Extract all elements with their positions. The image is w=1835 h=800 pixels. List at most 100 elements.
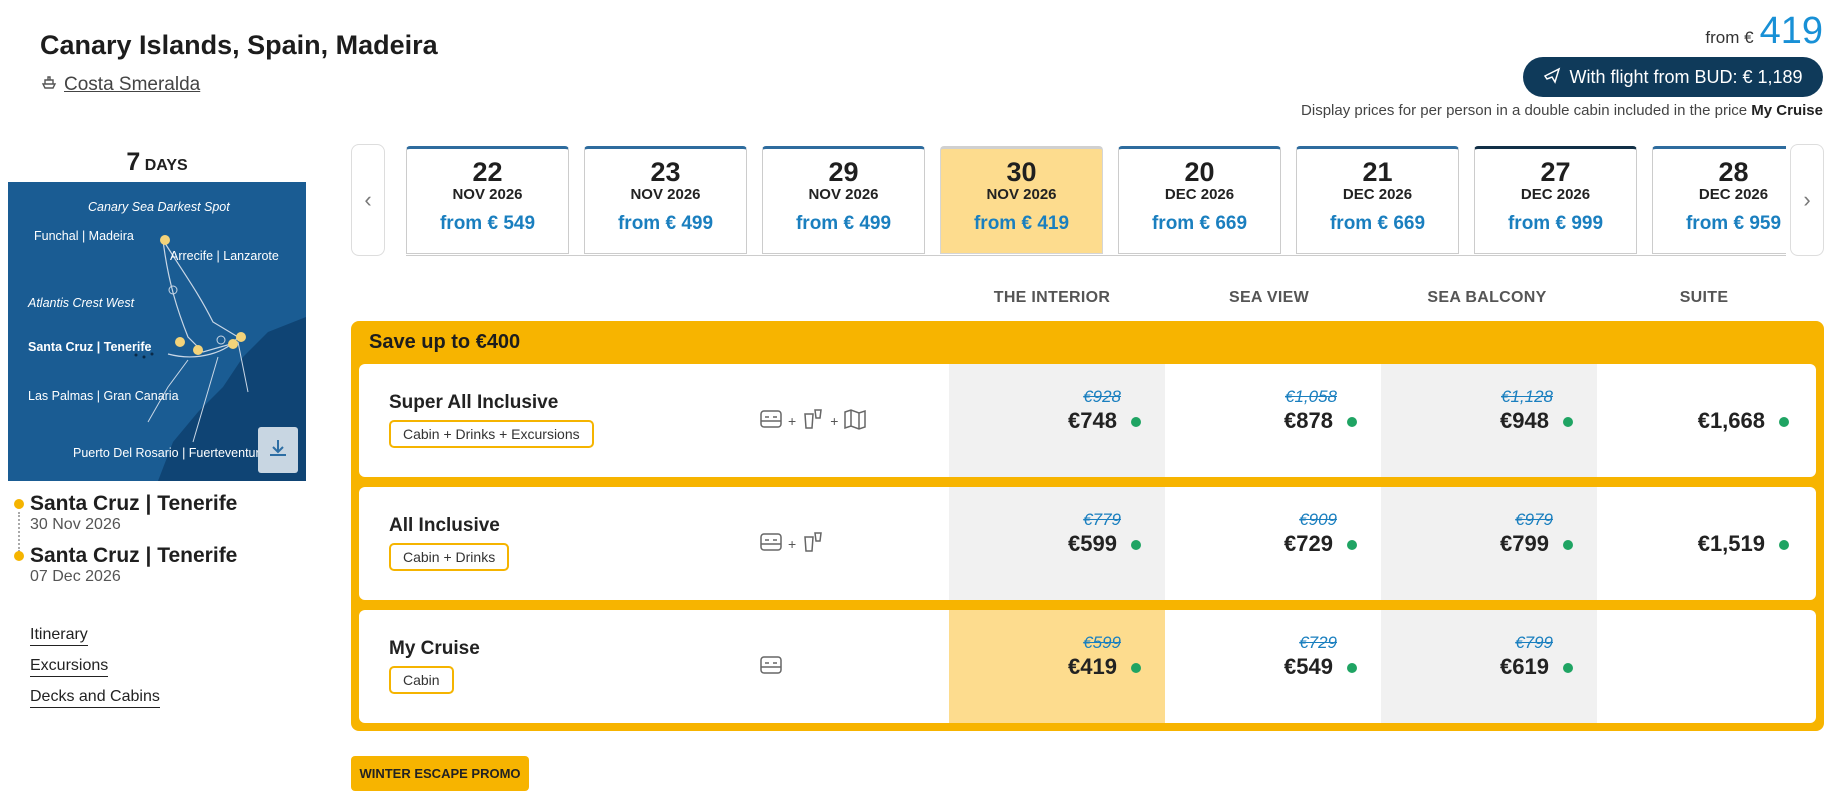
date-card[interactable]: 29 NOV 2026 from € 499 bbox=[762, 146, 925, 254]
download-icon bbox=[267, 437, 289, 464]
date-card[interactable]: 28 DEC 2026 from € 959 bbox=[1652, 146, 1786, 254]
map-label: Atlantis Crest West bbox=[28, 296, 135, 310]
bed-icon bbox=[759, 531, 783, 556]
price-cell[interactable]: €1,128 €948 bbox=[1381, 364, 1597, 477]
days-label: DAYS bbox=[144, 157, 188, 174]
disclaimer-text: Display prices for per person in a doubl… bbox=[1301, 102, 1748, 119]
page-title: Canary Islands, Spain, Madeira bbox=[40, 30, 438, 60]
route-dot bbox=[14, 551, 24, 561]
chevron-right-icon: › bbox=[1803, 187, 1811, 212]
date-card[interactable]: 20 DEC 2026 from € 669 bbox=[1118, 146, 1281, 254]
date-month: DEC 2026 bbox=[1164, 186, 1235, 203]
old-price: €779 bbox=[1083, 510, 1121, 529]
price-cell[interactable]: €1,519 bbox=[1597, 487, 1813, 600]
map-label: Santa Cruz | Tenerife bbox=[28, 340, 152, 354]
col-header-interior: THE INTERIOR bbox=[993, 289, 1111, 306]
price-cell[interactable]: €779 €599 bbox=[949, 487, 1165, 600]
price-cell[interactable]: €909 €729 bbox=[1165, 487, 1381, 600]
date-price: from € 669 bbox=[1329, 213, 1426, 234]
old-price: €909 bbox=[1299, 510, 1337, 529]
itinerary-link[interactable]: Itinerary bbox=[30, 626, 88, 646]
route-map[interactable]: Canary Sea Darkest Spot Funchal | Madeir… bbox=[8, 182, 306, 481]
availability-dot bbox=[1347, 540, 1357, 550]
route-end: Santa Cruz | Tenerife 07 Dec 2026 bbox=[14, 544, 237, 586]
current-price: €619 bbox=[1500, 654, 1549, 679]
price-cell[interactable]: €928 €748 bbox=[949, 364, 1165, 477]
decks-cabins-link[interactable]: Decks and Cabins bbox=[30, 688, 160, 708]
drinks-icon bbox=[801, 408, 825, 433]
package-icons: + + bbox=[759, 408, 867, 433]
with-flight-button[interactable]: With flight from BUD: € 1,189 bbox=[1523, 57, 1823, 97]
date-card[interactable]: 27 DEC 2026 from € 999 bbox=[1474, 146, 1637, 254]
date-strip-baseline bbox=[406, 255, 1786, 256]
current-price: €549 bbox=[1284, 654, 1333, 679]
map-download-button[interactable] bbox=[258, 427, 298, 473]
availability-dot bbox=[1347, 663, 1357, 673]
route-date: 07 Dec 2026 bbox=[30, 568, 121, 585]
current-price: €419 bbox=[1068, 654, 1117, 679]
old-price: €1,128 bbox=[1501, 387, 1553, 406]
col-header-sea-view: SEA VIEW bbox=[1228, 289, 1310, 306]
package-icons: + bbox=[759, 531, 825, 556]
winter-escape-promo-badge[interactable]: WINTER ESCAPE PROMO bbox=[351, 756, 529, 791]
current-price: €878 bbox=[1284, 408, 1333, 433]
date-month: NOV 2026 bbox=[630, 186, 701, 203]
bed-icon bbox=[759, 654, 783, 679]
price-cell[interactable]: €1,668 bbox=[1597, 364, 1813, 477]
package-name: My Cruise bbox=[389, 638, 480, 659]
dates-next-button[interactable]: › bbox=[1790, 144, 1824, 256]
old-price: €1,058 bbox=[1285, 387, 1337, 406]
ship-link[interactable]: Costa Smeralda bbox=[40, 73, 200, 97]
date-card[interactable]: 21 DEC 2026 from € 669 bbox=[1296, 146, 1459, 254]
package-badge: Cabin + Drinks + Excursions bbox=[389, 420, 594, 448]
cruise-duration: 7 DAYS bbox=[8, 148, 306, 177]
price-cell[interactable]: €799 €619 bbox=[1381, 610, 1597, 723]
current-price: €729 bbox=[1284, 531, 1333, 556]
package-badge: Cabin + Drinks bbox=[389, 543, 510, 571]
price-cell-empty bbox=[1597, 610, 1813, 723]
price-cell-selected[interactable]: €599 €419 bbox=[949, 610, 1165, 723]
old-price: €599 bbox=[1083, 633, 1121, 652]
date-card[interactable]: 23 NOV 2026 from € 499 bbox=[584, 146, 747, 254]
promo-title: Save up to €400 bbox=[369, 331, 521, 353]
chevron-left-icon: ‹ bbox=[364, 187, 372, 212]
current-price: €599 bbox=[1068, 531, 1117, 556]
old-price: €928 bbox=[1083, 387, 1121, 406]
bed-icon bbox=[759, 408, 783, 433]
from-price: from € 419 bbox=[1705, 10, 1823, 53]
date-day: 30 bbox=[1006, 157, 1037, 187]
date-month: NOV 2026 bbox=[986, 186, 1057, 203]
old-price: €799 bbox=[1515, 633, 1553, 652]
excursions-link[interactable]: Excursions bbox=[30, 657, 109, 677]
disclaimer-bold: My Cruise bbox=[1751, 102, 1823, 119]
date-card-selected[interactable]: 30 NOV 2026 from € 419 bbox=[940, 146, 1103, 254]
date-day: 29 bbox=[828, 157, 859, 187]
from-amount: 419 bbox=[1759, 10, 1823, 52]
current-price: €748 bbox=[1068, 408, 1117, 433]
route-summary: Santa Cruz | Tenerife 30 Nov 2026 Santa … bbox=[14, 492, 237, 586]
dates-prev-button[interactable]: ‹ bbox=[351, 144, 385, 256]
date-day: 23 bbox=[650, 157, 681, 187]
price-cell[interactable]: €979 €799 bbox=[1381, 487, 1597, 600]
map-label: Las Palmas | Gran Canaria bbox=[28, 389, 179, 403]
ship-icon bbox=[40, 73, 58, 97]
map-label: Funchal | Madeira bbox=[34, 229, 134, 243]
date-month: DEC 2026 bbox=[1698, 186, 1769, 203]
date-price: from € 549 bbox=[439, 213, 536, 234]
date-month: NOV 2026 bbox=[452, 186, 523, 203]
package-name: All Inclusive bbox=[389, 515, 500, 536]
route-dot bbox=[14, 499, 24, 509]
date-day: 21 bbox=[1362, 157, 1393, 187]
drinks-icon bbox=[801, 531, 825, 556]
promo-panel: Save up to €400 Super All Inclusive Cabi… bbox=[351, 321, 1824, 731]
price-disclaimer: Display prices for per person in a doubl… bbox=[1301, 102, 1823, 119]
route-start: Santa Cruz | Tenerife 30 Nov 2026 bbox=[14, 492, 237, 534]
ship-name: Costa Smeralda bbox=[64, 74, 201, 95]
availability-dot bbox=[1563, 663, 1573, 673]
package-name: Super All Inclusive bbox=[389, 392, 559, 413]
price-cell[interactable]: €1,058 €878 bbox=[1165, 364, 1381, 477]
date-day: 20 bbox=[1184, 157, 1215, 187]
date-card[interactable]: 22 NOV 2026 from € 549 bbox=[406, 146, 569, 254]
price-cell[interactable]: €729 €549 bbox=[1165, 610, 1381, 723]
map-label: Canary Sea Darkest Spot bbox=[88, 200, 230, 214]
